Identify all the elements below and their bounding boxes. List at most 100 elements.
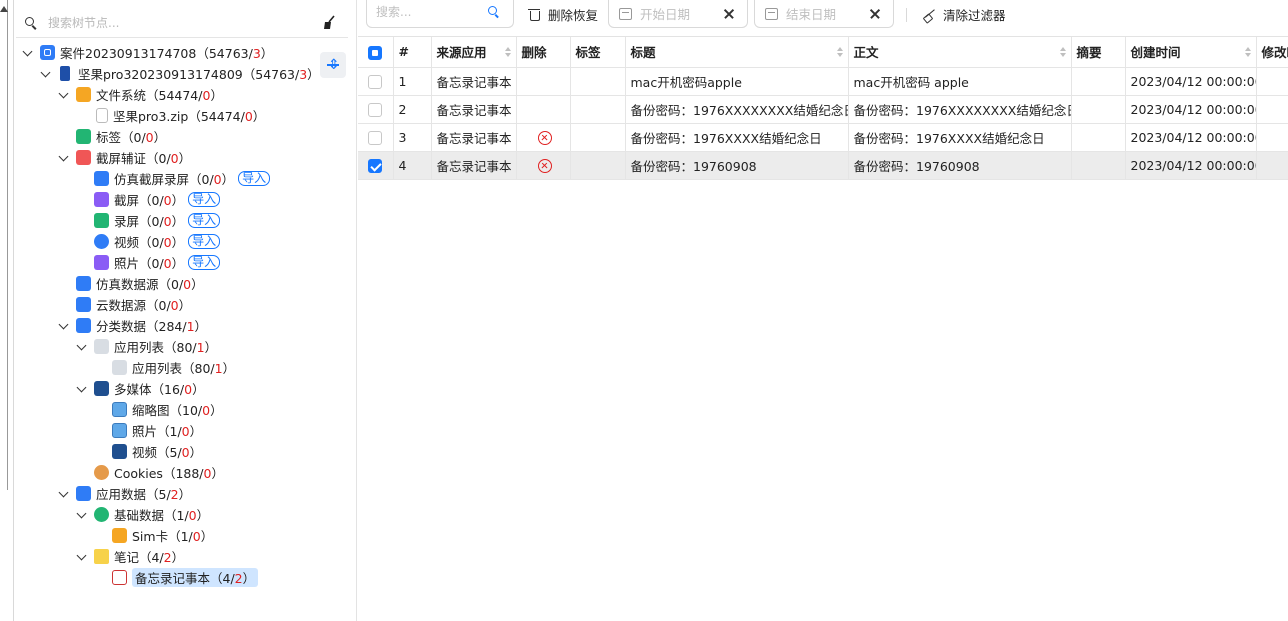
import-button[interactable]: 导入 [188, 234, 221, 249]
row-checkbox[interactable] [368, 102, 383, 117]
data-grid: # 来源应用 删除 标签 标题 正文 摘要 创建时间 修改时 1 备忘录记事本 [358, 36, 1288, 621]
tree-node-photo[interactable]: 照片（0/0） 导入 [16, 252, 348, 273]
deleted-icon [537, 130, 552, 145]
import-button[interactable]: 导入 [188, 213, 221, 228]
tree-node-label: 照片（0/0） [114, 256, 185, 271]
end-date-picker[interactable]: 结束日期 [754, 0, 894, 28]
tree-node-video[interactable]: 视频（0/0） 导入 [16, 231, 348, 252]
chevron-down-icon[interactable] [76, 383, 88, 395]
tree-node-label: 截屏（0/0） [114, 193, 185, 208]
tree-node-label: 文件系统（54474/0） [96, 88, 223, 103]
cell-modified [1256, 95, 1288, 124]
case-icon [40, 45, 55, 60]
close-icon[interactable] [723, 7, 737, 21]
start-date-picker[interactable]: 开始日期 [608, 0, 748, 28]
tree-node-emulated-capture[interactable]: 仿真截屏录屏（0/0） 导入 [16, 168, 348, 189]
cell-summary [1071, 67, 1126, 96]
tree-search-input[interactable] [48, 15, 288, 30]
chevron-down-icon[interactable] [40, 68, 52, 80]
col-header-created[interactable]: 创建时间 [1125, 37, 1257, 68]
row-checkbox[interactable] [368, 158, 383, 173]
table-row[interactable]: 2 备忘录记事本 备份密码：1976XXXXXXXX结婚纪念日 备份密码：197… [358, 95, 1288, 124]
tree-node-screenshot-evidence[interactable]: 截屏辅证（0/0） [16, 147, 348, 168]
tree-node-emulated-source[interactable]: 仿真数据源（0/0） [16, 273, 348, 294]
col-header-num[interactable]: # [393, 37, 432, 68]
row-checkbox[interactable] [368, 130, 383, 145]
robot-icon [76, 150, 91, 165]
tree-node-basic-data[interactable]: 基础数据（1/0） [16, 504, 348, 525]
emulator-icon [76, 276, 91, 291]
tree-node-photos[interactable]: 照片（1/0） [16, 420, 348, 441]
toolbar-divider [906, 8, 907, 22]
close-icon[interactable] [869, 7, 883, 21]
tree-node-cloud-source[interactable]: 云数据源（0/0） [16, 294, 348, 315]
grid-search-input[interactable] [376, 5, 486, 19]
cell-source: 备忘录记事本 [431, 95, 517, 124]
sort-icon[interactable] [836, 47, 843, 57]
col-header-modified[interactable]: 修改时 [1256, 37, 1288, 68]
tree-node-sim[interactable]: Sim卡（1/0） [16, 525, 348, 546]
cell-num: 2 [393, 95, 432, 124]
sort-icon[interactable] [504, 47, 511, 57]
col-header-deleted[interactable]: 删除 [516, 37, 571, 68]
table-row[interactable]: 4 备忘录记事本 备份密码：19760908 备份密码：19760908 202… [358, 151, 1288, 180]
tree-node-thumbnails[interactable]: 缩略图（10/0） [16, 399, 348, 420]
tree-node-app-data[interactable]: 应用数据（5/2） [16, 483, 348, 504]
row-checkbox[interactable] [368, 74, 383, 89]
cell-tags [570, 67, 626, 96]
chevron-down-icon[interactable] [76, 341, 88, 353]
tree-node-notes[interactable]: 笔记（4/2） [16, 546, 348, 567]
table-row[interactable]: 3 备忘录记事本 备份密码：1976XXXX结婚纪念日 备份密码：1976XXX… [358, 123, 1288, 152]
tree-node-videos[interactable]: 视频（5/0） [16, 441, 348, 462]
chevron-down-icon[interactable] [76, 509, 88, 521]
broom-icon[interactable] [322, 15, 336, 31]
import-button[interactable]: 导入 [238, 171, 271, 186]
clear-filters-button[interactable]: 清除过滤器 [923, 0, 1006, 28]
tree-view: 案件20230913174708（54763/3） 坚果pro320230913… [16, 42, 348, 588]
sort-icon[interactable] [1244, 47, 1251, 57]
database-icon [94, 507, 109, 522]
notepad-icon [112, 570, 127, 585]
tree-node-device[interactable]: 坚果pro320230913174809（54763/3） [16, 63, 348, 84]
chevron-down-icon[interactable] [58, 488, 70, 500]
col-header-source[interactable]: 来源应用 [431, 37, 517, 68]
tree-node-classified-data[interactable]: 分类数据（284/1） [16, 315, 348, 336]
col-header-tags[interactable]: 标签 [570, 37, 626, 68]
tree-node-filesystem[interactable]: 文件系统（54474/0） [16, 84, 348, 105]
import-button[interactable]: 导入 [188, 192, 221, 207]
sort-icon[interactable] [1059, 47, 1066, 57]
tree-node-cookies[interactable]: Cookies（188/0） [16, 462, 348, 483]
cell-body: 备份密码：19760908 [848, 151, 1072, 180]
tree-node-label: 缩略图（10/0） [132, 403, 223, 418]
chevron-down-icon[interactable] [58, 152, 70, 164]
col-header-body[interactable]: 正文 [848, 37, 1072, 68]
tree-node-app-list-child[interactable]: 应用列表（80/1） [16, 357, 348, 378]
search-icon[interactable] [488, 6, 501, 19]
row-checkbox-cell [358, 95, 394, 124]
tree-node-app-list[interactable]: 应用列表（80/1） [16, 336, 348, 357]
tree-node-memo[interactable]: 备忘录记事本（4/2） [16, 567, 348, 588]
chevron-down-icon[interactable] [76, 551, 88, 563]
tree-node-label: 照片（1/0） [132, 424, 203, 439]
tree-node-screenshot[interactable]: 截屏（0/0） 导入 [16, 189, 348, 210]
col-header-summary[interactable]: 摘要 [1071, 37, 1126, 68]
grid-search-box[interactable] [366, 0, 514, 28]
cookie-icon [94, 465, 109, 480]
tree-node-case[interactable]: 案件20230913174708（54763/3） [16, 42, 348, 63]
select-all-checkbox[interactable] [368, 45, 383, 60]
tree-node-zip[interactable]: 坚果pro3.zip（54474/0） [16, 105, 348, 126]
delete-restore-button[interactable]: 删除恢复 [528, 0, 598, 28]
col-header-title[interactable]: 标题 [625, 37, 849, 68]
chevron-down-icon[interactable] [58, 89, 70, 101]
tree-node-tags[interactable]: 标签（0/0） [16, 126, 348, 147]
start-date-placeholder: 开始日期 [640, 7, 691, 22]
table-row[interactable]: 1 备忘录记事本 mac开机密码apple mac开机密码 apple 2023… [358, 67, 1288, 96]
app-window: 案件20230913174708（54763/3） 坚果pro320230913… [0, 0, 1288, 621]
splitter-handle[interactable] [0, 0, 8, 490]
tree-node-screen-record[interactable]: 录屏（0/0） 导入 [16, 210, 348, 231]
chevron-down-icon[interactable] [22, 47, 34, 59]
tree-node-multimedia[interactable]: 多媒体（16/0） [16, 378, 348, 399]
import-button[interactable]: 导入 [188, 255, 221, 270]
chevron-down-icon[interactable] [58, 320, 70, 332]
tree-node-label: 分类数据（284/1） [96, 319, 208, 334]
